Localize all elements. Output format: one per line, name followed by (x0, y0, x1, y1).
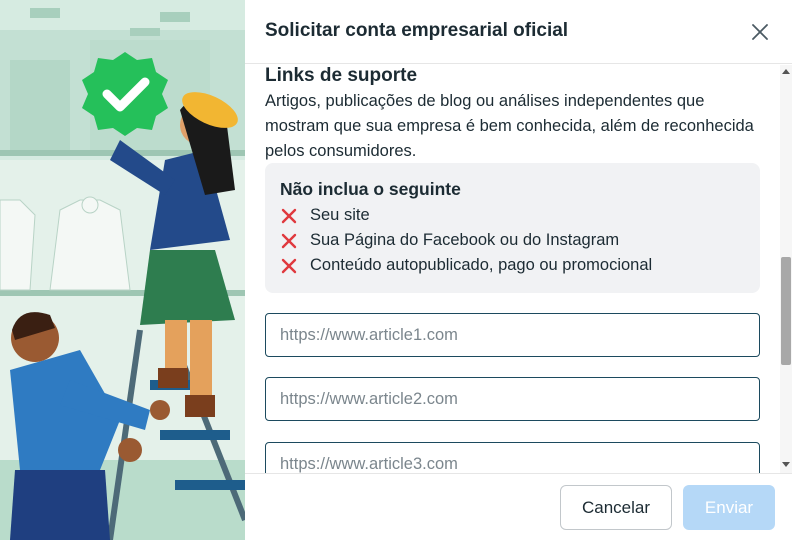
exclude-title: Não inclua o seguinte (280, 179, 461, 199)
exclude-item-label: Sua Página do Facebook ou do Instagram (310, 231, 620, 249)
dialog-header: Solicitar conta empresarial oficial (245, 0, 792, 64)
exclude-info-box: Não inclua o seguinte Seu site Sua Págin… (265, 163, 760, 293)
red-x-icon (281, 233, 297, 248)
cancel-button[interactable]: Cancelar (560, 485, 672, 530)
dialog-title: Solicitar conta empresarial oficial (265, 20, 569, 41)
dialog-body: Links de suporte Artigos, publicações de… (245, 65, 792, 473)
store-illustration (0, 0, 245, 540)
exclude-item: Seu site (280, 203, 370, 228)
red-x-icon (281, 258, 297, 273)
red-x-icon (281, 208, 297, 223)
scroll-up-arrow-icon[interactable] (782, 69, 790, 74)
exclude-item: Conteúdo autopublicado, pago ou promocio… (280, 253, 652, 278)
close-icon (752, 24, 768, 40)
scroll-down-arrow-icon[interactable] (782, 462, 790, 467)
send-button[interactable]: Enviar (683, 485, 775, 530)
article-url-input-2[interactable] (265, 377, 760, 421)
support-links-title: Links de suporte (265, 65, 418, 86)
illustration-panel (0, 0, 245, 540)
scrollbar-thumb[interactable] (781, 257, 791, 365)
article-url-input-1[interactable] (265, 313, 760, 357)
official-business-account-dialog: Solicitar conta empresarial oficial Link… (245, 0, 792, 540)
article-url-input-3[interactable] (265, 442, 760, 473)
close-button[interactable] (745, 18, 775, 46)
exclude-item-label: Conteúdo autopublicado, pago ou promocio… (310, 256, 653, 274)
support-links-description: Artigos, publicações de blog ou análises… (265, 92, 754, 160)
vertical-scrollbar[interactable] (780, 65, 792, 473)
dialog-footer: Cancelar Enviar (245, 473, 792, 540)
exclude-item: Sua Página do Facebook ou do Instagram (280, 228, 619, 253)
exclude-item-label: Seu site (310, 206, 370, 224)
